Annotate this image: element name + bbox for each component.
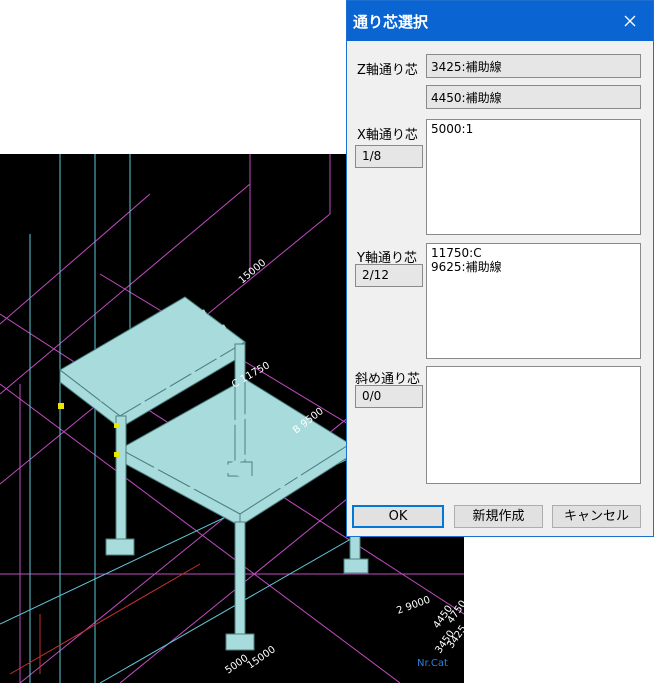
list-item[interactable]: 5000:1 (431, 122, 636, 136)
x-axis-list[interactable]: 5000:1 (426, 119, 641, 235)
new-create-button[interactable]: 新規作成 (454, 505, 543, 528)
grid-line-selection-dialog: 通り芯選択 Z軸通り芯 3425:補助線 4450:補助線 X軸通り芯 1/8 … (346, 0, 654, 537)
y-axis-counter: 2/12 (355, 264, 423, 287)
close-icon (624, 15, 636, 27)
watermark-text: Nr.Cat (417, 658, 448, 669)
grid-lines-red (9, 563, 201, 675)
list-item[interactable]: 11750:C (431, 246, 636, 260)
y-axis-list[interactable]: 11750:C 9625:補助線 (426, 243, 641, 359)
ok-button[interactable]: OK (352, 505, 444, 528)
list-item[interactable]: 9625:補助線 (431, 260, 636, 274)
z-axis-label: Z軸通り芯 (357, 63, 418, 78)
dialog-title: 通り芯選択 (353, 13, 429, 31)
close-button[interactable] (607, 1, 653, 41)
dialog-title-bar[interactable]: 通り芯選択 (347, 1, 653, 41)
z-axis-value-1[interactable]: 3425:補助線 (426, 54, 641, 78)
oblique-axis-counter: 0/0 (355, 385, 423, 408)
oblique-axis-list[interactable] (426, 366, 641, 484)
cancel-button[interactable]: キャンセル (552, 505, 641, 528)
x-axis-counter: 1/8 (355, 145, 423, 168)
z-axis-value-2[interactable]: 4450:補助線 (426, 85, 641, 109)
dim-label-15000: 15000 (237, 257, 268, 286)
dim-label-2-9000: 2 9000 (395, 595, 432, 617)
x-axis-label: X軸通り芯 (357, 128, 418, 143)
